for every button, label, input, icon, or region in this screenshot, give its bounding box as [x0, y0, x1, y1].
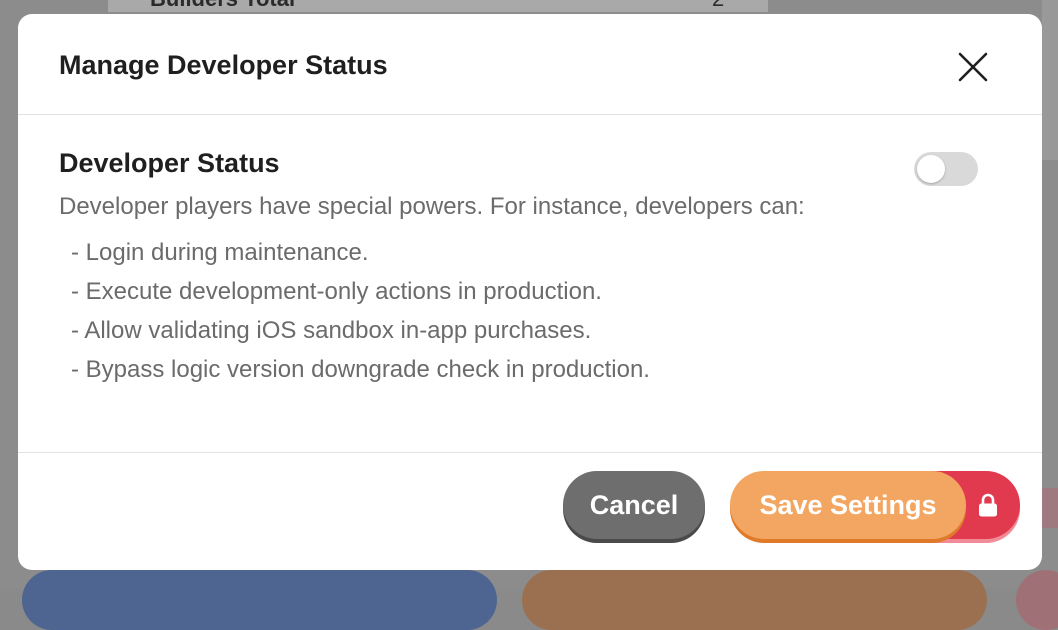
toggle-knob — [917, 155, 945, 183]
developer-powers-list: - Login during maintenance. - Execute de… — [71, 239, 650, 395]
background-label: Builders Total — [150, 0, 295, 12]
list-item: - Bypass logic version downgrade check i… — [71, 356, 650, 395]
close-icon — [954, 48, 992, 86]
modal-title: Manage Developer Status — [59, 50, 388, 81]
close-button[interactable] — [954, 48, 992, 86]
background-value: 2 — [712, 0, 724, 12]
developer-status-heading: Developer Status — [59, 148, 280, 179]
background-button-orange — [522, 570, 987, 630]
lock-icon — [977, 493, 999, 517]
developer-status-toggle[interactable] — [914, 152, 978, 186]
list-item: - Login during maintenance. — [71, 239, 650, 278]
save-settings-group: Save Settings — [730, 471, 1020, 543]
background-button-red — [1016, 570, 1058, 630]
cancel-button[interactable]: Cancel — [563, 471, 705, 539]
developer-status-description: Developer players have special powers. F… — [59, 193, 805, 221]
background-panel — [1042, 0, 1058, 160]
developer-status-modal: Manage Developer Status Developer Status… — [18, 14, 1042, 570]
background-block — [1040, 488, 1058, 528]
modal-header: Manage Developer Status — [18, 14, 1042, 115]
list-item: - Execute development-only actions in pr… — [71, 278, 650, 317]
background-button-blue — [22, 570, 497, 630]
list-item: - Allow validating iOS sandbox in-app pu… — [71, 317, 650, 356]
save-settings-button[interactable]: Save Settings — [730, 471, 966, 539]
modal-footer: Cancel Save Settings — [18, 453, 1042, 570]
modal-body: Developer Status Developer players have … — [18, 115, 1042, 453]
